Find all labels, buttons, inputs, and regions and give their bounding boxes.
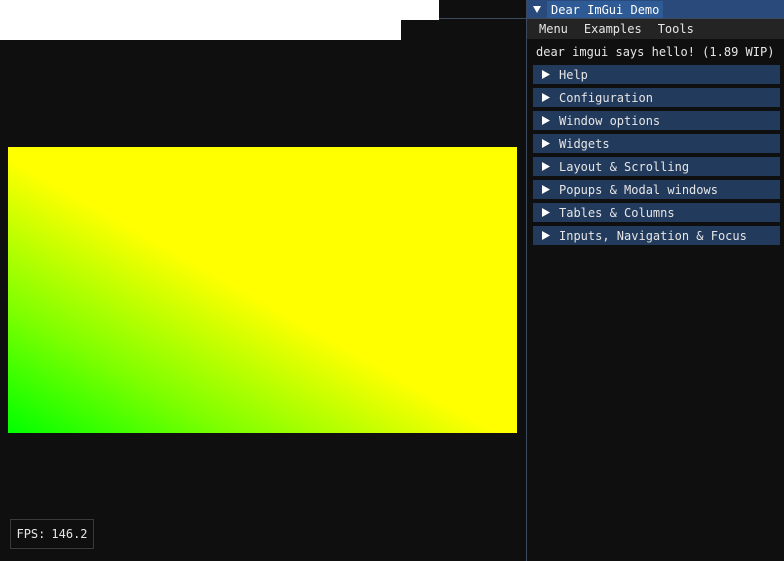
triangle-right-icon bbox=[533, 116, 559, 125]
header-label: Widgets bbox=[559, 136, 610, 151]
header-label: Window options bbox=[559, 113, 661, 128]
header-tables-columns[interactable]: Tables & Columns bbox=[533, 203, 780, 222]
fps-value: 146.2 bbox=[51, 527, 88, 541]
white-overlay-bar-lower bbox=[0, 20, 401, 40]
header-label: Help bbox=[559, 67, 588, 82]
header-window-options[interactable]: Window options bbox=[533, 111, 780, 130]
triangle-right-icon bbox=[533, 208, 559, 217]
header-widgets[interactable]: Widgets bbox=[533, 134, 780, 153]
triangle-right-icon bbox=[533, 139, 559, 148]
header-inputs-navigation-focus[interactable]: Inputs, Navigation & Focus bbox=[533, 226, 780, 245]
window-title[interactable]: Dear ImGui Demo bbox=[547, 1, 664, 18]
menu-item-menu[interactable]: Menu bbox=[531, 19, 576, 39]
triangle-right-icon bbox=[533, 70, 559, 79]
divider bbox=[439, 18, 527, 19]
white-overlay-bar bbox=[0, 0, 439, 20]
triangle-right-icon bbox=[533, 162, 559, 171]
header-help[interactable]: Help bbox=[533, 65, 780, 84]
header-label: Inputs, Navigation & Focus bbox=[559, 228, 747, 243]
triangle-right-icon bbox=[533, 93, 559, 102]
header-label: Popups & Modal windows bbox=[559, 182, 718, 197]
header-label: Tables & Columns bbox=[559, 205, 675, 220]
header-layout-scrolling[interactable]: Layout & Scrolling bbox=[533, 157, 780, 176]
header-label: Configuration bbox=[559, 90, 653, 105]
app-root: FPS: 146.2 Dear ImGui Demo Menu Examples… bbox=[0, 0, 784, 561]
header-configuration[interactable]: Configuration bbox=[533, 88, 780, 107]
hello-text: dear imgui says hello! (1.89 WIP) ( bbox=[536, 45, 784, 59]
triangle-down-icon[interactable] bbox=[527, 0, 547, 19]
header-popups-modal[interactable]: Popups & Modal windows bbox=[533, 180, 780, 199]
fps-label: FPS: bbox=[16, 527, 46, 541]
gradient-viewport bbox=[8, 147, 517, 433]
demo-window: Dear ImGui Demo Menu Examples Tools dear… bbox=[526, 0, 784, 561]
collapsing-headers: Help Configuration Window options Widget… bbox=[527, 65, 784, 245]
triangle-right-icon bbox=[533, 185, 559, 194]
fps-overlay: FPS: 146.2 bbox=[10, 519, 94, 549]
menu-bar: Menu Examples Tools bbox=[527, 19, 784, 39]
header-label: Layout & Scrolling bbox=[559, 159, 690, 174]
triangle-right-icon bbox=[533, 231, 559, 240]
menu-item-examples[interactable]: Examples bbox=[576, 19, 650, 39]
window-title-bar[interactable]: Dear ImGui Demo bbox=[527, 0, 784, 19]
menu-item-tools[interactable]: Tools bbox=[650, 19, 702, 39]
